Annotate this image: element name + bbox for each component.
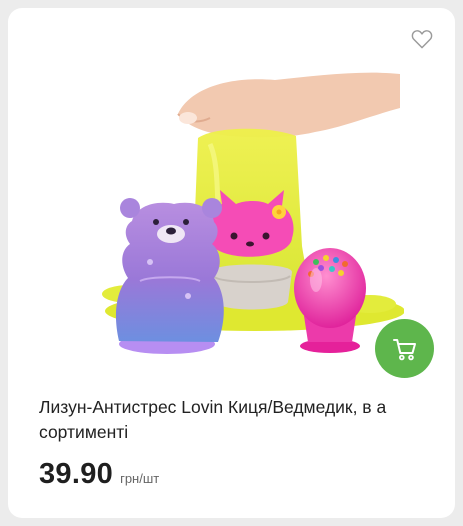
add-to-cart-button[interactable] xyxy=(375,319,434,378)
price-unit: грн/шт xyxy=(120,471,160,486)
price-value: 39.90 xyxy=(39,458,114,490)
hand xyxy=(177,72,400,138)
bear-figure xyxy=(115,198,224,354)
heart-icon xyxy=(411,30,433,49)
product-image[interactable] xyxy=(70,66,404,368)
price-row: 39.90 грн/шт xyxy=(39,458,159,491)
product-card[interactable]: Лизун-Антистрес Lovin Киця/Ведмедик, в а… xyxy=(8,8,455,518)
favorite-button[interactable] xyxy=(411,29,433,49)
ball-jar xyxy=(294,248,366,353)
product-title[interactable]: Лизун-Антистрес Lovin Киця/Ведмедик, в а… xyxy=(39,395,434,445)
cart-icon xyxy=(392,338,416,360)
